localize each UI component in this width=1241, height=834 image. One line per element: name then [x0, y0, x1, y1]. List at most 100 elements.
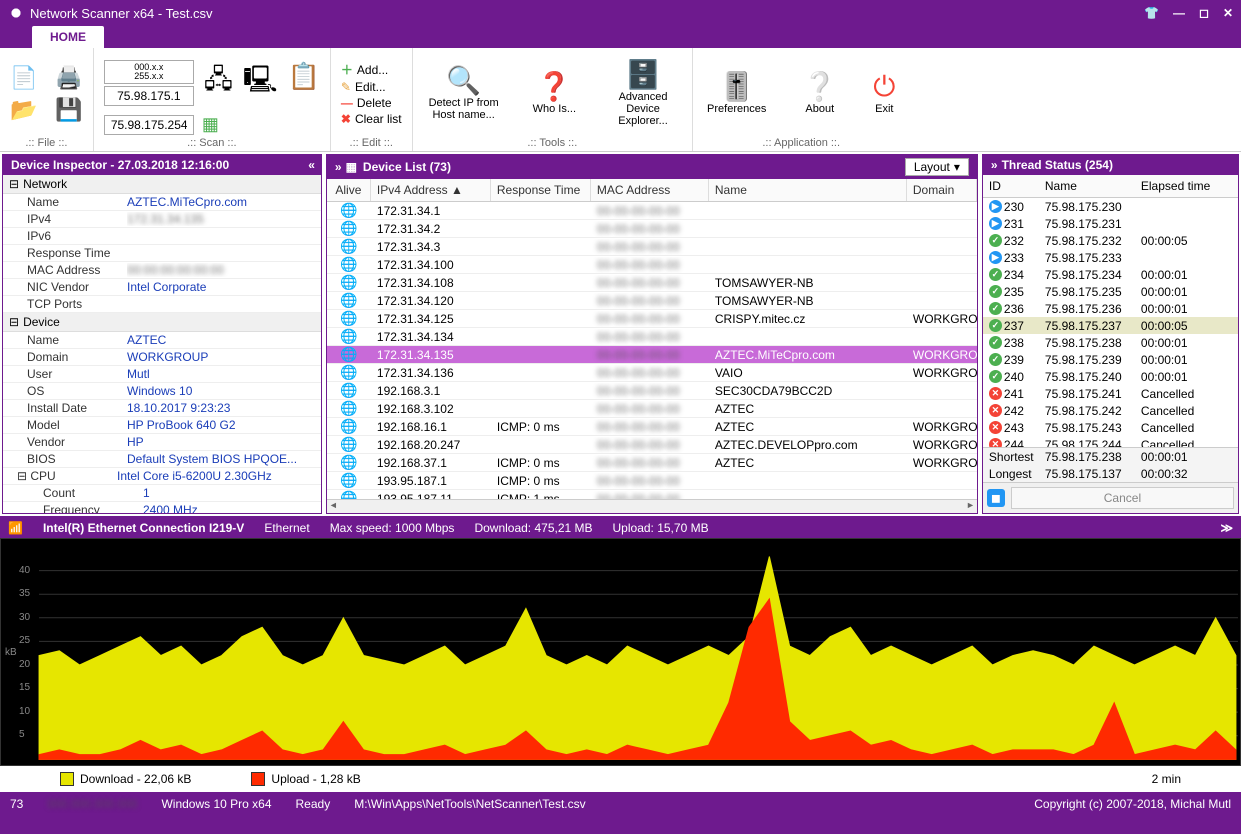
- horizontal-scrollbar[interactable]: [327, 499, 977, 513]
- scan-icon-2[interactable]: 🖳: [243, 61, 278, 105]
- table-row[interactable]: 🌐193.95.187.1ICMP: 0 ms00-00-00-00-00: [327, 472, 977, 490]
- tree-row[interactable]: OSWindows 10: [3, 383, 321, 400]
- thread-row[interactable]: ✓23575.98.175.23500:00:01: [983, 283, 1238, 300]
- collapse-left-icon[interactable]: «: [308, 158, 313, 172]
- legend-download: Download - 22,06 kB: [80, 772, 191, 786]
- thread-row[interactable]: ▶23075.98.175.230: [983, 198, 1238, 215]
- ip-from-input[interactable]: [104, 86, 194, 106]
- col-ip[interactable]: IPv4 Address ▲: [371, 179, 491, 201]
- about-button[interactable]: ❔About: [798, 71, 841, 117]
- thread-row[interactable]: ✓23775.98.175.23700:00:05: [983, 317, 1238, 334]
- y-axis-label: kB: [5, 647, 17, 658]
- tree-row[interactable]: BIOSDefault System BIOS HPQOE...: [3, 451, 321, 468]
- tree-row[interactable]: Frequency2400 MHz: [3, 502, 321, 513]
- thread-row[interactable]: ✕24375.98.175.243Cancelled: [983, 419, 1238, 436]
- tree-group[interactable]: ⊟ Device: [3, 313, 321, 332]
- tree-row[interactable]: DomainWORKGROUP: [3, 349, 321, 366]
- scan-go-icon[interactable]: ▦: [202, 114, 219, 135]
- table-row[interactable]: 🌐172.31.34.12500-00-00-00-00CRISPY.mitec…: [327, 310, 977, 328]
- whois-button[interactable]: ❓Who Is...: [529, 71, 580, 117]
- tree-row[interactable]: MAC Address00:00:00:00:00:00: [3, 262, 321, 279]
- tree-row[interactable]: ⊟ CPUIntel Core i5-6200U 2.30GHz: [3, 468, 321, 485]
- detect-ip-button[interactable]: 🔍Detect IP from Host name...: [423, 65, 505, 123]
- ade-button[interactable]: 🗄️Advanced Device Explorer...: [604, 59, 682, 129]
- collapse-inspector-icon[interactable]: »: [335, 160, 340, 174]
- tree-row[interactable]: ModelHP ProBook 640 G2: [3, 417, 321, 434]
- tree-row[interactable]: NIC VendorIntel Corporate: [3, 279, 321, 296]
- col-th-elapsed[interactable]: Elapsed time: [1135, 175, 1225, 197]
- preferences-button[interactable]: 🎚️Preferences: [703, 71, 770, 117]
- thread-row[interactable]: ✓23275.98.175.23200:00:05: [983, 232, 1238, 249]
- network-panel: 📶 Intel(R) Ethernet Connection I219-V Et…: [0, 516, 1241, 792]
- tree-row[interactable]: NameAZTEC: [3, 332, 321, 349]
- save-icon[interactable]: 💾: [55, 97, 82, 123]
- tree-row[interactable]: IPv4172.31.34.135: [3, 211, 321, 228]
- thread-row[interactable]: ▶23375.98.175.233: [983, 249, 1238, 266]
- cancel-button[interactable]: Cancel: [1011, 487, 1234, 509]
- close-button[interactable]: ✕: [1223, 6, 1233, 20]
- thread-row[interactable]: ✕24475.98.175.244Cancelled: [983, 436, 1238, 447]
- table-row[interactable]: 🌐172.31.34.300-00-00-00-00: [327, 238, 977, 256]
- table-row[interactable]: 🌐192.168.16.1ICMP: 0 ms00-00-00-00-00AZT…: [327, 418, 977, 436]
- tree-row[interactable]: UserMutl: [3, 366, 321, 383]
- layout-dropdown[interactable]: Layout▾: [905, 158, 969, 176]
- status-icon: ✓: [989, 353, 1002, 366]
- col-alive[interactable]: Alive: [327, 179, 371, 201]
- scan-icon-3[interactable]: 📋: [288, 61, 320, 105]
- table-row[interactable]: 🌐172.31.34.13500-00-00-00-00AZTEC.MiTeCp…: [327, 346, 977, 364]
- tree-row[interactable]: VendorHP: [3, 434, 321, 451]
- tree-row[interactable]: Install Date18.10.2017 9:23:23: [3, 400, 321, 417]
- table-row[interactable]: 🌐172.31.34.100-00-00-00-00: [327, 202, 977, 220]
- table-row[interactable]: 🌐172.31.34.12000-00-00-00-00TOMSAWYER-NB: [327, 292, 977, 310]
- table-row[interactable]: 🌐172.31.34.13600-00-00-00-00VAIOWORKGRO: [327, 364, 977, 382]
- tshirt-icon[interactable]: 👕: [1144, 6, 1159, 20]
- exit-button[interactable]: ⏻Exit: [869, 71, 899, 117]
- globe-icon: 🌐: [340, 274, 357, 290]
- table-row[interactable]: 🌐192.168.20.24700-00-00-00-00AZTEC.DEVEL…: [327, 436, 977, 454]
- net-collapse-icon[interactable]: ≫: [1220, 521, 1233, 535]
- thread-row[interactable]: ✕24175.98.175.241Cancelled: [983, 385, 1238, 402]
- table-row[interactable]: 🌐192.168.37.1ICMP: 0 ms00-00-00-00-00AZT…: [327, 454, 977, 472]
- col-rt[interactable]: Response Time: [491, 179, 591, 201]
- maximize-button[interactable]: ◻: [1199, 6, 1209, 20]
- edit-button[interactable]: ✎Edit...: [341, 80, 402, 94]
- stop-icon[interactable]: ◼: [987, 489, 1005, 507]
- tree-row[interactable]: NameAZTEC.MiTeCpro.com: [3, 194, 321, 211]
- col-domain[interactable]: Domain: [907, 179, 977, 201]
- col-mac[interactable]: MAC Address: [591, 179, 709, 201]
- add-button[interactable]: ＋Add...: [341, 61, 402, 78]
- table-row[interactable]: 🌐172.31.34.10000-00-00-00-00: [327, 256, 977, 274]
- thread-row[interactable]: ✓23875.98.175.23800:00:01: [983, 334, 1238, 351]
- table-row[interactable]: 🌐192.168.3.100-00-00-00-00SEC30CDA79BCC2…: [327, 382, 977, 400]
- scan-icon-1[interactable]: 🖧: [204, 61, 233, 105]
- thread-row[interactable]: ✓23475.98.175.23400:00:01: [983, 266, 1238, 283]
- globe-icon: 🌐: [340, 202, 357, 218]
- minimize-button[interactable]: —: [1173, 6, 1185, 20]
- tree-group[interactable]: ⊟ Network: [3, 175, 321, 194]
- tree-row[interactable]: Count1: [3, 485, 321, 502]
- delete-button[interactable]: —Delete: [341, 96, 402, 110]
- new-icon[interactable]: 📄: [10, 65, 37, 91]
- collapse-threads-icon[interactable]: »: [991, 158, 996, 172]
- tree-row[interactable]: IPv6: [3, 228, 321, 245]
- thread-row[interactable]: ✓23975.98.175.23900:00:01: [983, 351, 1238, 368]
- tree-row[interactable]: Response Time: [3, 245, 321, 262]
- tree-row[interactable]: TCP Ports: [3, 296, 321, 313]
- thread-row[interactable]: ✓23675.98.175.23600:00:01: [983, 300, 1238, 317]
- col-th-id[interactable]: ID: [983, 175, 1039, 197]
- tab-home[interactable]: HOME: [32, 26, 104, 48]
- thread-row[interactable]: ✓24075.98.175.24000:00:01: [983, 368, 1238, 385]
- thread-row[interactable]: ▶23175.98.175.231: [983, 215, 1238, 232]
- ip-to-input[interactable]: [104, 115, 194, 135]
- table-row[interactable]: 🌐192.168.3.10200-00-00-00-00AZTEC: [327, 400, 977, 418]
- clear-button[interactable]: ✖Clear list: [341, 112, 402, 126]
- table-row[interactable]: 🌐172.31.34.10800-00-00-00-00TOMSAWYER-NB: [327, 274, 977, 292]
- col-name[interactable]: Name: [709, 179, 907, 201]
- print-icon[interactable]: 🖨️: [55, 65, 82, 91]
- table-row[interactable]: 🌐193.95.187.11ICMP: 1 ms00-00-00-00-00: [327, 490, 977, 499]
- thread-row[interactable]: ✕24275.98.175.242Cancelled: [983, 402, 1238, 419]
- col-th-name[interactable]: Name: [1039, 175, 1135, 197]
- table-row[interactable]: 🌐172.31.34.200-00-00-00-00: [327, 220, 977, 238]
- open-icon[interactable]: 📂: [10, 97, 37, 123]
- table-row[interactable]: 🌐172.31.34.13400-00-00-00-00: [327, 328, 977, 346]
